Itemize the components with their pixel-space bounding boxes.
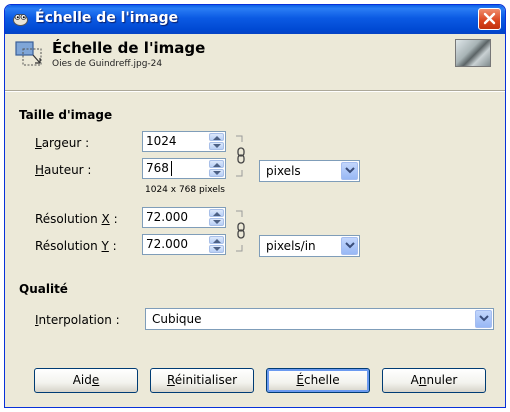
reset-button[interactable]: Réinitialiser (150, 368, 254, 393)
height-value[interactable]: 768 (146, 161, 169, 175)
arrow-down-icon (213, 220, 221, 224)
chevron-down-icon (345, 242, 355, 249)
height-decrement-button[interactable] (209, 169, 224, 177)
interpolation-dropdown-button[interactable] (475, 310, 492, 328)
text-cursor (171, 161, 172, 176)
arrow-up-icon (213, 239, 221, 243)
resolution-unit-dropdown-button[interactable] (341, 237, 358, 255)
size-unit-dropdown-button[interactable] (341, 162, 358, 180)
cancel-button[interactable]: Annuler (382, 368, 486, 393)
title-bar[interactable]: Échelle de l'image (5, 5, 505, 34)
interpolation-select[interactable]: Cubique (145, 308, 494, 330)
resolution-y-decrement-button[interactable] (209, 245, 224, 253)
close-button[interactable] (478, 8, 501, 30)
arrow-down-icon (213, 247, 221, 251)
arrow-down-icon (213, 171, 221, 175)
resolution-unit-value: pixels/in (266, 239, 316, 253)
resolution-x-spinbox[interactable]: 72.000 (142, 207, 226, 228)
resolution-x-decrement-button[interactable] (209, 218, 224, 226)
width-increment-button[interactable] (209, 133, 224, 141)
resolution-y-value[interactable]: 72.000 (146, 237, 188, 251)
quality-section-title: Qualité (19, 282, 68, 296)
width-decrement-button[interactable] (209, 142, 224, 150)
height-spinbox[interactable]: 768 (142, 158, 226, 179)
height-label: Hauteur : (35, 163, 92, 177)
scale-image-icon (15, 41, 42, 66)
image-size-section-title: Taille d'image (19, 108, 113, 122)
width-spinbox[interactable]: 1024 (142, 131, 226, 152)
chain-link-icon[interactable] (233, 134, 247, 178)
resolution-y-spinbox[interactable]: 72.000 (142, 234, 226, 255)
scale-button[interactable]: Échelle (266, 368, 370, 393)
pixel-size-note: 1024 x 768 pixels (145, 185, 225, 195)
chevron-down-icon (345, 167, 355, 174)
arrow-up-icon (213, 163, 221, 167)
arrow-up-icon (213, 212, 221, 216)
resolution-y-label: Résolution Y : (35, 239, 117, 253)
resolution-chain-link-icon[interactable] (233, 209, 247, 253)
resolution-x-label: Résolution X : (35, 212, 118, 226)
height-increment-button[interactable] (209, 160, 224, 168)
scale-image-dialog: Échelle de l'image Échelle de l'image Oi… (4, 4, 506, 408)
window-title: Échelle de l'image (35, 10, 179, 26)
close-icon (483, 12, 496, 25)
resolution-y-increment-button[interactable] (209, 236, 224, 244)
width-label: Largeur : (35, 136, 90, 150)
header-separator (5, 90, 505, 92)
image-thumbnail (455, 39, 491, 67)
size-unit-select[interactable]: pixels (259, 160, 360, 182)
arrow-up-icon (213, 136, 221, 140)
header-title: Échelle de l'image (52, 39, 206, 57)
width-value[interactable]: 1024 (146, 134, 177, 148)
size-unit-value: pixels (266, 164, 301, 178)
help-button[interactable]: Aide (34, 368, 138, 393)
gimp-icon (13, 14, 28, 26)
header-subtitle: Oies de Guindreff.jpg-24 (52, 59, 163, 69)
chevron-down-icon (479, 315, 489, 322)
dialog-header: Échelle de l'image Oies de Guindreff.jpg… (5, 34, 505, 90)
interpolation-label: Interpolation : (35, 313, 120, 327)
interpolation-value: Cubique (152, 312, 202, 326)
resolution-x-increment-button[interactable] (209, 209, 224, 217)
resolution-unit-select[interactable]: pixels/in (259, 235, 360, 257)
resolution-x-value[interactable]: 72.000 (146, 210, 188, 224)
arrow-down-icon (213, 144, 221, 148)
